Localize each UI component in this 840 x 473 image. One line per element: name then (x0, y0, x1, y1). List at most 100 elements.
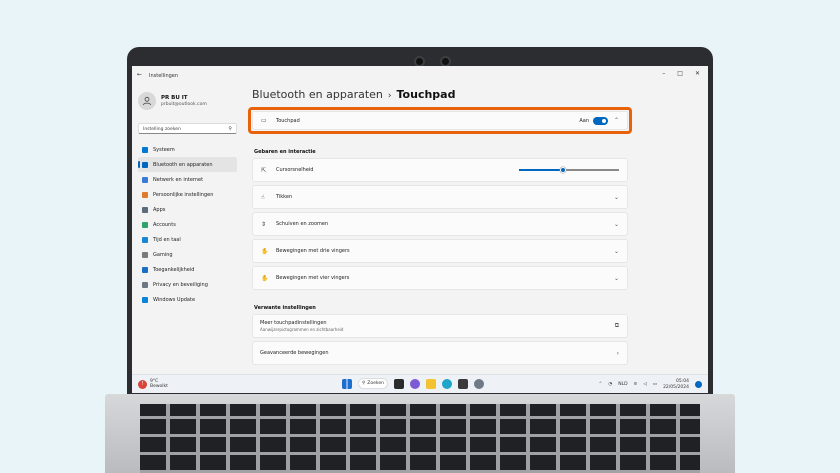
taskbar-search-label: Zoeken (367, 381, 384, 386)
minimize-icon[interactable]: – (662, 70, 665, 77)
more-touchpad-text: Meer touchpadinstellingen Aanwijzerpicto… (260, 320, 343, 332)
sidebar-item-windows-update[interactable]: Windows Update (138, 292, 237, 307)
chevron-down-icon[interactable]: ⌄ (614, 194, 619, 201)
clock-date: 22/05/2024 (663, 384, 689, 390)
maximize-icon[interactable]: □ (677, 70, 683, 77)
monitor-icon (142, 146, 148, 153)
scroll-zoom-row[interactable]: ⇕ Schuiven en zoomen ⌄ (252, 212, 628, 236)
taskbar-center: ⚲ Zoeken (342, 378, 484, 389)
sidebar-item-label: Netwerk en internet (153, 176, 204, 183)
search-input[interactable]: Instelling zoeken ⚲ (138, 123, 237, 134)
task-view-icon[interactable] (394, 378, 404, 389)
scroll-icon: ⇕ (261, 220, 267, 228)
brush-icon (142, 191, 148, 198)
screen: ← Instellingen – □ ✕ PR BU IT prbuit@out… (132, 66, 708, 393)
advanced-gestures-row[interactable]: Geavanceerde bewegingen › (252, 341, 628, 365)
breadcrumb-parent[interactable]: Bluetooth en apparaten (252, 88, 383, 101)
person-icon (143, 96, 151, 106)
chevron-up-icon[interactable]: ⌃ (598, 382, 602, 387)
profile[interactable]: PR BU IT prbuit@outlook.com (138, 92, 207, 110)
chat-icon[interactable] (410, 378, 420, 389)
profile-name: PR BU IT (161, 95, 188, 101)
sidebar-item-privacy-en-beveiliging[interactable]: Privacy en beveiliging (138, 277, 237, 292)
chevron-down-icon[interactable]: ⌄ (614, 221, 619, 228)
accessibility-icon (142, 266, 148, 273)
sidebar-item-accounts[interactable]: Accounts (138, 217, 237, 232)
notification-icon[interactable] (695, 381, 702, 388)
sidebar-item-label: Persoonlijke instellingen (153, 191, 214, 198)
sidebar-item-label: Windows Update (153, 296, 196, 303)
sidebar-item-netwerk-en-internet[interactable]: Netwerk en internet (138, 172, 237, 187)
sidebar-item-label: Gaming (153, 251, 173, 258)
sidebar: PR BU IT prbuit@outlook.com Instelling z… (132, 86, 242, 376)
related-section-title: Verwante instellingen (254, 305, 316, 311)
slider-fill (519, 169, 563, 171)
sidebar-item-label: Toegankelijkheid (153, 266, 195, 273)
gamepad-icon (142, 251, 148, 258)
chevron-right-icon[interactable]: › (617, 350, 619, 357)
tap-row[interactable]: ☝ Tikken ⌄ (252, 185, 628, 209)
clock-globe-icon (142, 236, 148, 243)
app-title: Instellingen (149, 73, 179, 79)
four-finger-row[interactable]: ✋ Bewegingen met vier vingers ⌄ (252, 266, 628, 290)
three-finger-row[interactable]: ✋ Bewegingen met drie vingers ⌄ (252, 239, 628, 263)
bluetooth-icon (142, 161, 148, 168)
slider-thumb[interactable] (560, 167, 566, 173)
three-finger-label: Bewegingen met drie vingers (276, 248, 350, 254)
three-finger-icon: ✋ (261, 247, 269, 255)
weather-alert-icon: ! (138, 379, 147, 389)
search-icon: ⚲ (228, 126, 232, 132)
cursor-icon: ⇱ (261, 166, 267, 174)
more-touchpad-sub: Aanwijzerpictogrammen en zichtbaarheid (260, 327, 344, 332)
nav-list: Systeem Bluetooth en apparaten Netwerk en … (138, 142, 237, 307)
battery-icon[interactable]: ▭ (653, 382, 657, 387)
page-title: Bluetooth en apparaten › Touchpad (252, 88, 455, 101)
clock[interactable]: 05:04 22/05/2024 (663, 379, 689, 390)
settings-gear-icon[interactable] (474, 378, 484, 389)
tray-app-icon[interactable]: ◔ (608, 382, 612, 387)
taskbar-search[interactable]: ⚲ Zoeken (358, 378, 388, 389)
tap-icon: ☝ (261, 193, 265, 201)
chevron-down-icon[interactable]: ⌄ (614, 248, 619, 255)
sidebar-item-apps[interactable]: Apps (138, 202, 237, 217)
sidebar-item-label: Accounts (153, 221, 176, 228)
store-icon[interactable] (458, 378, 468, 389)
weather-text: Bewolkt (150, 384, 168, 389)
update-icon (142, 296, 148, 303)
keyboard (140, 404, 700, 473)
scroll-zoom-label: Schuiven en zoomen (276, 221, 329, 227)
cursor-speed-slider[interactable] (519, 167, 619, 173)
profile-email: prbuit@outlook.com (161, 102, 207, 107)
sidebar-item-tijd-en-taal[interactable]: Tijd en taal (138, 232, 237, 247)
wifi-icon (142, 176, 148, 183)
sidebar-item-persoonlijke-instellingen[interactable]: Persoonlijke instellingen (138, 187, 237, 202)
sidebar-item-bluetooth-en-apparaten[interactable]: Bluetooth en apparaten (138, 157, 237, 172)
sidebar-item-label: Apps (153, 206, 166, 213)
external-link-icon[interactable]: ⧉ (615, 322, 619, 330)
weather-widget[interactable]: ! 9°C Bewolkt (138, 379, 168, 389)
apps-icon (142, 206, 148, 213)
sidebar-item-label: Systeem (153, 146, 175, 153)
four-finger-label: Bewegingen met vier vingers (276, 275, 350, 281)
shield-icon (142, 281, 148, 288)
highlight-frame (248, 107, 632, 134)
title-bar: ← Instellingen – □ ✕ (132, 66, 708, 84)
volume-icon[interactable]: ◁ (643, 382, 646, 387)
system-tray: ⌃ ◔ NLD ≋ ◁ ▭ 05:04 22/05/2024 (598, 379, 702, 390)
four-finger-icon: ✋ (261, 274, 269, 282)
wifi-icon[interactable]: ≋ (634, 382, 638, 387)
more-touchpad-label: Meer touchpadinstellingen (260, 320, 327, 326)
sidebar-item-systeem[interactable]: Systeem (138, 142, 237, 157)
start-icon[interactable] (342, 378, 352, 389)
chevron-down-icon[interactable]: ⌄ (614, 275, 619, 282)
file-explorer-icon[interactable] (426, 378, 436, 389)
breadcrumb-separator: › (387, 91, 392, 101)
sidebar-item-gaming[interactable]: Gaming (138, 247, 237, 262)
more-touchpad-settings-row[interactable]: Meer touchpadinstellingen Aanwijzerpicto… (252, 314, 628, 338)
back-arrow-icon[interactable]: ← (137, 71, 142, 78)
edge-icon[interactable] (442, 378, 452, 389)
lang-indicator[interactable]: NLD (618, 382, 627, 387)
sidebar-item-toegankelijkheid[interactable]: Toegankelijkheid (138, 262, 237, 277)
tap-label: Tikken (276, 194, 293, 200)
close-icon[interactable]: ✕ (695, 70, 700, 77)
